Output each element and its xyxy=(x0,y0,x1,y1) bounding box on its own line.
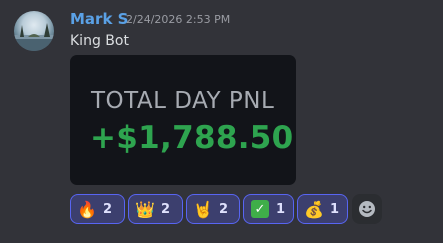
message-text: King Bot xyxy=(70,33,129,49)
avatar[interactable] xyxy=(14,11,54,51)
author-name[interactable]: Mark S xyxy=(70,10,128,28)
fire-icon: 🔥 xyxy=(77,199,97,219)
check-mark-icon: ✓ xyxy=(250,199,270,219)
reaction-count: 2 xyxy=(161,201,171,217)
reaction-sign-of-horns[interactable]: 🤘 2 xyxy=(186,194,240,224)
pnl-embed-image[interactable]: TOTAL DAY PNL +$1,788.50 xyxy=(70,55,296,185)
reaction-money-bag[interactable]: 💰 1 xyxy=(297,194,348,224)
sign-of-horns-icon: 🤘 xyxy=(193,199,213,219)
reaction-count: 2 xyxy=(219,201,229,217)
pnl-value: +$1,788.50 xyxy=(90,120,294,156)
message-timestamp: 2/24/2026 2:53 PM xyxy=(126,13,231,26)
pnl-label: TOTAL DAY PNL xyxy=(91,88,275,114)
reaction-count: 1 xyxy=(276,201,286,217)
crown-icon: 👑 xyxy=(135,199,155,219)
reaction-fire[interactable]: 🔥 2 xyxy=(70,194,125,224)
smiley-icon xyxy=(359,201,375,217)
add-reaction-button[interactable] xyxy=(352,194,382,224)
reaction-count: 2 xyxy=(103,201,113,217)
reaction-count: 1 xyxy=(330,201,340,217)
reaction-crown[interactable]: 👑 2 xyxy=(128,194,183,224)
reaction-check-mark[interactable]: ✓ 1 xyxy=(243,194,294,224)
money-bag-icon: 💰 xyxy=(304,199,324,219)
